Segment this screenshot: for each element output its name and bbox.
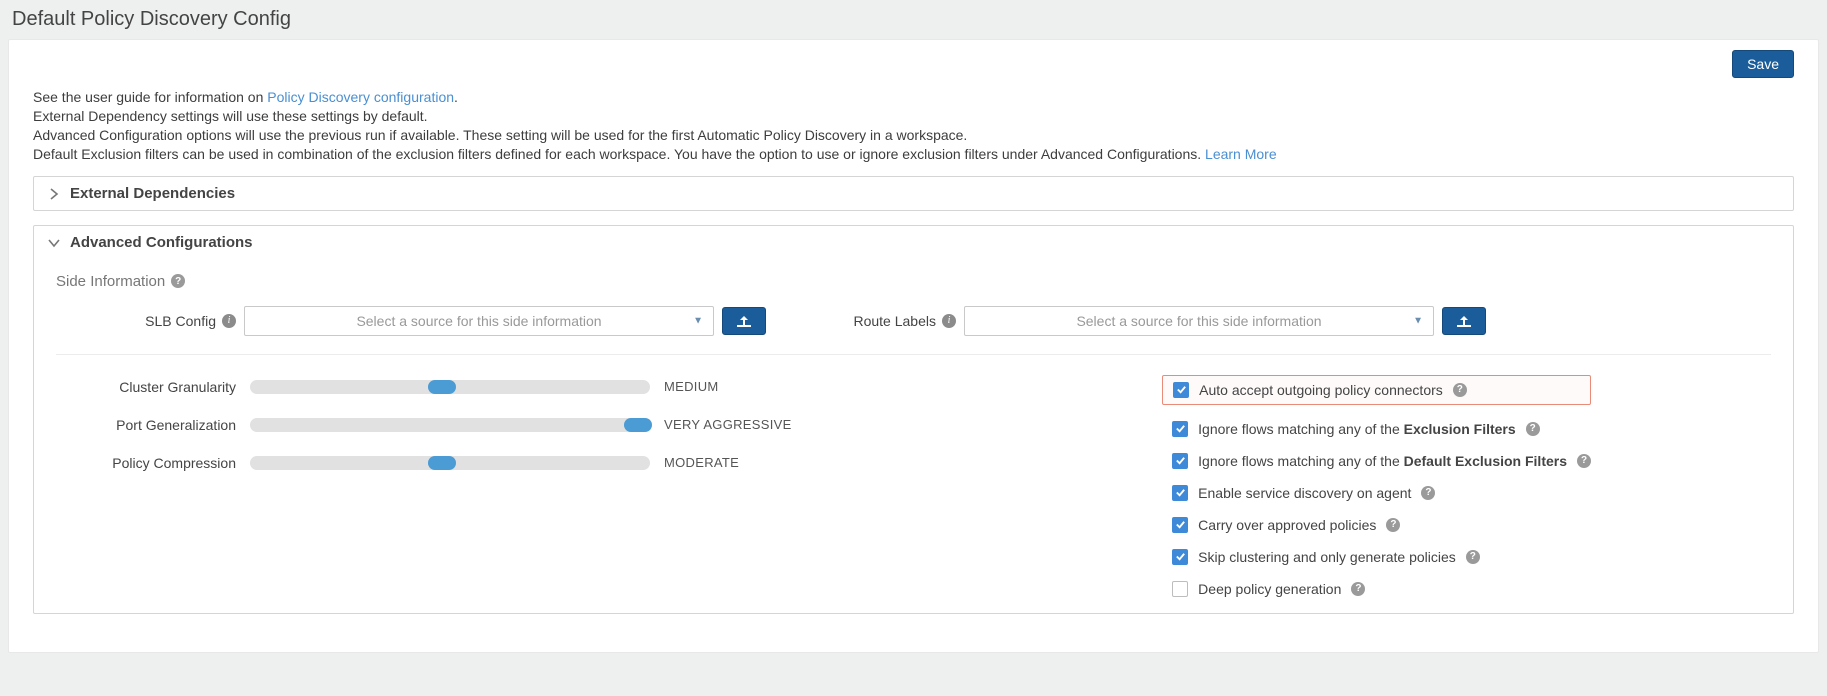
save-button[interactable]: Save [1732,50,1794,78]
checkbox[interactable] [1172,485,1188,501]
help-icon[interactable] [1466,550,1480,564]
divider [56,354,1771,355]
side-information-label: Side Information [56,273,165,290]
check-row: Carry over approved policies [1172,517,1591,533]
caret-down-icon: ▼ [693,315,703,326]
check-label-bold: Exclusion Filters [1404,421,1516,437]
check-label: Carry over approved policies [1198,517,1376,533]
slider-value: Medium [664,379,719,394]
side-information-heading: Side Information [56,273,1771,290]
intro-line1-suffix: . [454,89,458,105]
check-label: Auto accept outgoing policy connectors [1199,382,1443,398]
route-labels-select[interactable]: Select a source for this side informatio… [964,306,1434,336]
info-icon[interactable] [942,314,956,328]
info-icon[interactable] [222,314,236,328]
check-label: Deep policy generation [1198,581,1341,597]
advanced-config-toggle[interactable]: Advanced Configurations [34,226,1793,259]
help-icon[interactable] [1577,454,1591,468]
intro-text: See the user guide for information on Po… [33,88,1794,164]
help-icon[interactable] [1421,486,1435,500]
slider-track[interactable] [250,418,650,432]
route-labels-placeholder: Select a source for this side informatio… [1076,313,1321,329]
learn-more-link[interactable]: Learn More [1205,146,1277,162]
upload-icon [735,314,753,328]
intro-line3: Advanced Configuration options will use … [33,126,1794,145]
help-icon[interactable] [1526,422,1540,436]
config-card: Save See the user guide for information … [8,39,1819,653]
check-label: Ignore flows matching any of the Default… [1198,453,1567,469]
slider-thumb[interactable] [428,380,456,394]
help-icon[interactable] [1453,383,1467,397]
route-labels-row: Route Labels Select a source for this si… [846,306,1486,336]
advanced-config-accordion: Advanced Configurations Side Information… [33,225,1794,614]
slider-label: Cluster Granularity [56,379,236,395]
check-row: Ignore flows matching any of the Exclusi… [1172,421,1591,437]
slider-value: Very Aggressive [664,417,792,432]
external-dependencies-title: External Dependencies [70,185,235,202]
slb-config-row: SLB Config Select a source for this side… [56,306,766,336]
help-icon[interactable] [1351,582,1365,596]
slider-row: Cluster Granularity Medium [56,379,792,395]
checkbox[interactable] [1172,549,1188,565]
check-label: Enable service discovery on agent [1198,485,1411,501]
intro-line4-prefix: Default Exclusion filters can be used in… [33,146,1205,162]
slb-upload-button[interactable] [722,307,766,335]
route-labels-upload-button[interactable] [1442,307,1486,335]
slider-thumb[interactable] [624,418,652,432]
external-dependencies-toggle[interactable]: External Dependencies [34,177,1793,210]
checkbox[interactable] [1173,382,1189,398]
checkbox[interactable] [1172,581,1188,597]
check-label: Skip clustering and only generate polici… [1198,549,1456,565]
slider-thumb[interactable] [428,456,456,470]
route-labels-label: Route Labels [853,313,936,329]
slb-config-select[interactable]: Select a source for this side informatio… [244,306,714,336]
slider-track[interactable] [250,380,650,394]
checkbox[interactable] [1172,517,1188,533]
advanced-config-title: Advanced Configurations [70,234,253,251]
slider-track[interactable] [250,456,650,470]
check-row: Skip clustering and only generate polici… [1172,549,1591,565]
checkbox[interactable] [1172,421,1188,437]
intro-line1-prefix: See the user guide for information on [33,89,267,105]
page-title: Default Policy Discovery Config [0,0,1827,39]
chevron-down-icon [48,236,60,248]
slider-value: Moderate [664,455,739,470]
upload-icon [1455,314,1473,328]
slb-config-placeholder: Select a source for this side informatio… [356,313,601,329]
help-icon[interactable] [171,274,185,288]
slider-row: Policy Compression Moderate [56,455,792,471]
checks-group: Auto accept outgoing policy connectors Ig… [1172,375,1591,597]
help-icon[interactable] [1386,518,1400,532]
check-label-bold: Default Exclusion Filters [1404,453,1567,469]
slider-row: Port Generalization Very Aggressive [56,417,792,433]
caret-down-icon: ▼ [1413,315,1423,326]
check-row: Enable service discovery on agent [1172,485,1591,501]
checkbox[interactable] [1172,453,1188,469]
slb-config-label: SLB Config [145,313,216,329]
check-label: Ignore flows matching any of the Exclusi… [1198,421,1516,437]
check-row: Deep policy generation [1172,581,1591,597]
slider-label: Port Generalization [56,417,236,433]
slider-label: Policy Compression [56,455,236,471]
sliders-group: Cluster Granularity Medium Port Generaliza… [56,379,792,471]
external-dependencies-accordion: External Dependencies [33,176,1794,211]
check-row: Auto accept outgoing policy connectors [1162,375,1591,405]
policy-discovery-config-link[interactable]: Policy Discovery configuration [267,89,454,105]
check-row: Ignore flows matching any of the Default… [1172,453,1591,469]
intro-line2: External Dependency settings will use th… [33,107,1794,126]
chevron-right-icon [48,187,60,199]
